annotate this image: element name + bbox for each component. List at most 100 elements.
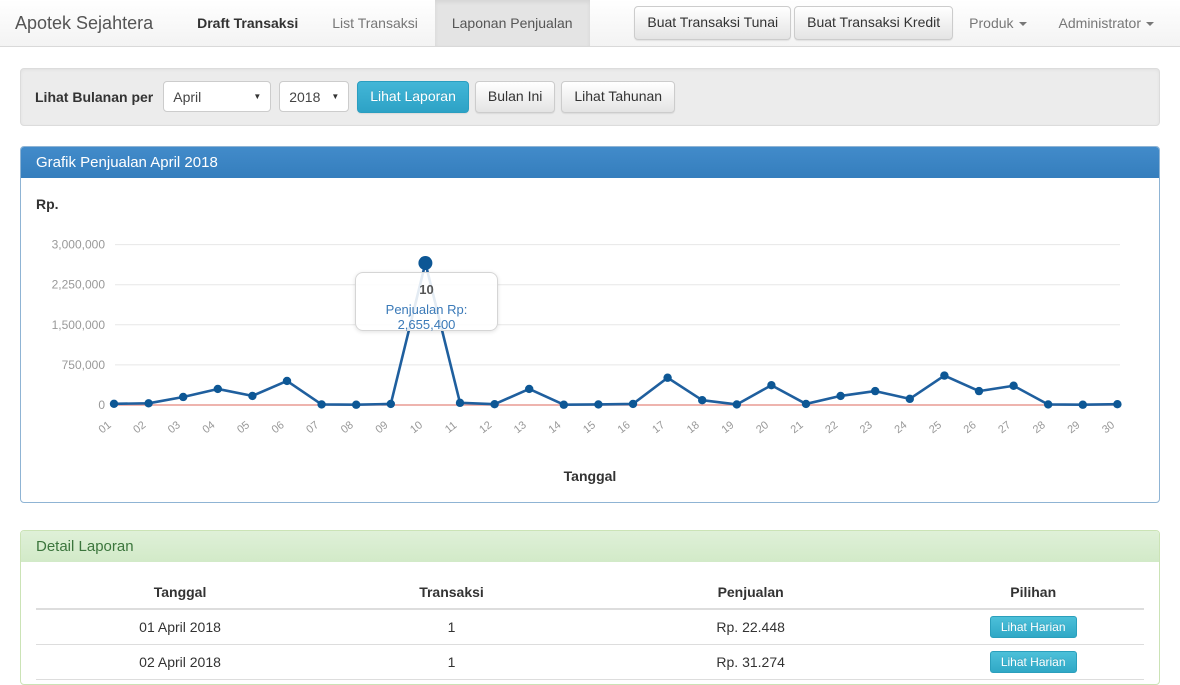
data-point[interactable] xyxy=(248,392,256,400)
x-tick-label: 18 xyxy=(685,419,702,436)
lihat-laporan-button[interactable]: Lihat Laporan xyxy=(357,81,469,113)
x-tick-label: 08 xyxy=(339,419,356,436)
x-tick-label: 19 xyxy=(719,419,736,436)
column-header-transaksi: Transaksi xyxy=(324,576,579,609)
navbar: Apotek Sejahtera Draft Transaksi List Tr… xyxy=(0,0,1180,47)
data-point[interactable] xyxy=(352,400,360,408)
lihat-tahunan-button[interactable]: Lihat Tahunan xyxy=(561,81,675,113)
x-tick-label: 17 xyxy=(650,419,667,436)
data-point[interactable] xyxy=(698,396,706,404)
brand[interactable]: Apotek Sejahtera xyxy=(0,0,168,46)
data-point[interactable] xyxy=(525,385,533,393)
chart-area: Rp. 0750,0001,500,0002,250,0003,000,0000… xyxy=(21,178,1159,502)
x-tick-label: 27 xyxy=(996,419,1013,436)
tooltip-day: 10 xyxy=(356,282,497,297)
x-tick-label: 23 xyxy=(858,419,875,436)
x-tick-label: 09 xyxy=(373,419,390,436)
nav-item-list-transaksi[interactable]: List Transaksi xyxy=(315,0,435,46)
x-tick-label: 10 xyxy=(408,419,425,436)
data-point[interactable] xyxy=(767,381,775,389)
data-point[interactable] xyxy=(733,400,741,408)
column-header-pilihan: Pilihan xyxy=(922,576,1144,609)
x-tick-label: 01 xyxy=(97,419,114,436)
cell-tanggal: 02 April 2018 xyxy=(36,644,324,679)
lihat-harian-button[interactable]: Lihat Harian xyxy=(990,616,1077,638)
x-tick-label: 03 xyxy=(166,419,183,436)
administrator-dropdown-label: Administrator xyxy=(1059,15,1141,31)
data-point[interactable] xyxy=(1044,400,1052,408)
buat-transaksi-tunai-button[interactable]: Buat Transaksi Tunai xyxy=(634,6,791,40)
x-tick-label: 26 xyxy=(962,419,979,436)
x-tick-label: 28 xyxy=(1031,419,1048,436)
y-tick-label: 3,000,000 xyxy=(52,237,106,251)
x-tick-label: 14 xyxy=(546,419,563,436)
data-point[interactable] xyxy=(802,400,810,408)
lihat-harian-button[interactable]: Lihat Harian xyxy=(990,651,1077,673)
navbar-right: Buat Transaksi Tunai Buat Transaksi Kred… xyxy=(631,0,1180,46)
data-point[interactable] xyxy=(490,400,498,408)
x-tick-label: 06 xyxy=(270,419,287,436)
data-point-highlighted[interactable] xyxy=(418,256,432,270)
data-point[interactable] xyxy=(871,387,879,395)
data-point[interactable] xyxy=(906,395,914,403)
data-point[interactable] xyxy=(1009,381,1017,389)
chart-panel-title: Grafik Penjualan April 2018 xyxy=(21,147,1159,178)
data-point[interactable] xyxy=(456,399,464,407)
column-header-tanggal: Tanggal xyxy=(36,576,324,609)
bulan-ini-button[interactable]: Bulan Ini xyxy=(475,81,555,113)
data-point[interactable] xyxy=(975,387,983,395)
detail-report-panel: Detail Laporan Tanggal Transaksi Penjual… xyxy=(20,530,1160,685)
data-point[interactable] xyxy=(1079,400,1087,408)
data-point[interactable] xyxy=(594,400,602,408)
y-tick-label: 2,250,000 xyxy=(52,278,106,292)
x-tick-label: 05 xyxy=(235,419,252,436)
data-point[interactable] xyxy=(144,399,152,407)
data-point[interactable] xyxy=(940,371,948,379)
caret-down-icon xyxy=(1019,22,1027,26)
x-tick-label: 11 xyxy=(443,419,459,435)
y-tick-label: 0 xyxy=(98,398,105,412)
data-point[interactable] xyxy=(283,377,291,385)
data-point[interactable] xyxy=(110,399,118,407)
x-tick-label: 15 xyxy=(581,419,598,436)
data-point[interactable] xyxy=(1113,400,1121,408)
y-tick-label: 1,500,000 xyxy=(52,318,106,332)
data-point[interactable] xyxy=(560,400,568,408)
select-arrow-icon: ▼ xyxy=(253,92,261,101)
year-select[interactable]: 2018 ▼ xyxy=(279,81,349,112)
chart-tooltip: 10 Penjualan Rp: 2,655,400 xyxy=(355,272,498,331)
x-tick-label: 24 xyxy=(892,419,909,436)
table-row: 02 April 2018 1 Rp. 31.274 Lihat Harian xyxy=(36,644,1144,679)
x-tick-label: 29 xyxy=(1065,419,1082,436)
filter-bar: Lihat Bulanan per April ▼ 2018 ▼ Lihat L… xyxy=(20,68,1160,126)
sales-line-chart: 0750,0001,500,0002,250,0003,000,00001020… xyxy=(21,178,1159,458)
buat-transaksi-kredit-button[interactable]: Buat Transaksi Kredit xyxy=(794,6,953,40)
x-tick-label: 16 xyxy=(616,419,633,436)
tooltip-value: Penjualan Rp: 2,655,400 xyxy=(356,302,497,332)
table-header-row: Tanggal Transaksi Penjualan Pilihan xyxy=(36,576,1144,609)
produk-dropdown[interactable]: Produk xyxy=(953,0,1042,46)
x-tick-label: 12 xyxy=(477,419,494,436)
cell-penjualan: Rp. 31.274 xyxy=(579,644,922,679)
year-select-value: 2018 xyxy=(289,89,320,105)
administrator-dropdown[interactable]: Administrator xyxy=(1043,0,1170,46)
data-point[interactable] xyxy=(663,373,671,381)
data-point[interactable] xyxy=(179,393,187,401)
nav-item-draft-transaksi[interactable]: Draft Transaksi xyxy=(180,0,315,46)
x-tick-label: 30 xyxy=(1100,419,1117,436)
data-point[interactable] xyxy=(387,400,395,408)
detail-panel-body: Tanggal Transaksi Penjualan Pilihan 01 A… xyxy=(21,562,1159,684)
data-point[interactable] xyxy=(836,392,844,400)
month-select[interactable]: April ▼ xyxy=(163,81,271,112)
data-point[interactable] xyxy=(214,385,222,393)
data-point[interactable] xyxy=(317,400,325,408)
x-tick-label: 04 xyxy=(200,419,217,436)
nav-item-laporan-penjualan[interactable]: Laponan Penjualan xyxy=(435,0,590,46)
x-tick-label: 25 xyxy=(927,419,944,436)
x-tick-label: 22 xyxy=(823,419,840,436)
cell-transaksi: 1 xyxy=(324,644,579,679)
x-tick-label: 13 xyxy=(512,419,529,436)
table-row: 01 April 2018 1 Rp. 22.448 Lihat Harian xyxy=(36,609,1144,645)
data-point[interactable] xyxy=(629,400,637,408)
cell-transaksi: 1 xyxy=(324,609,579,645)
